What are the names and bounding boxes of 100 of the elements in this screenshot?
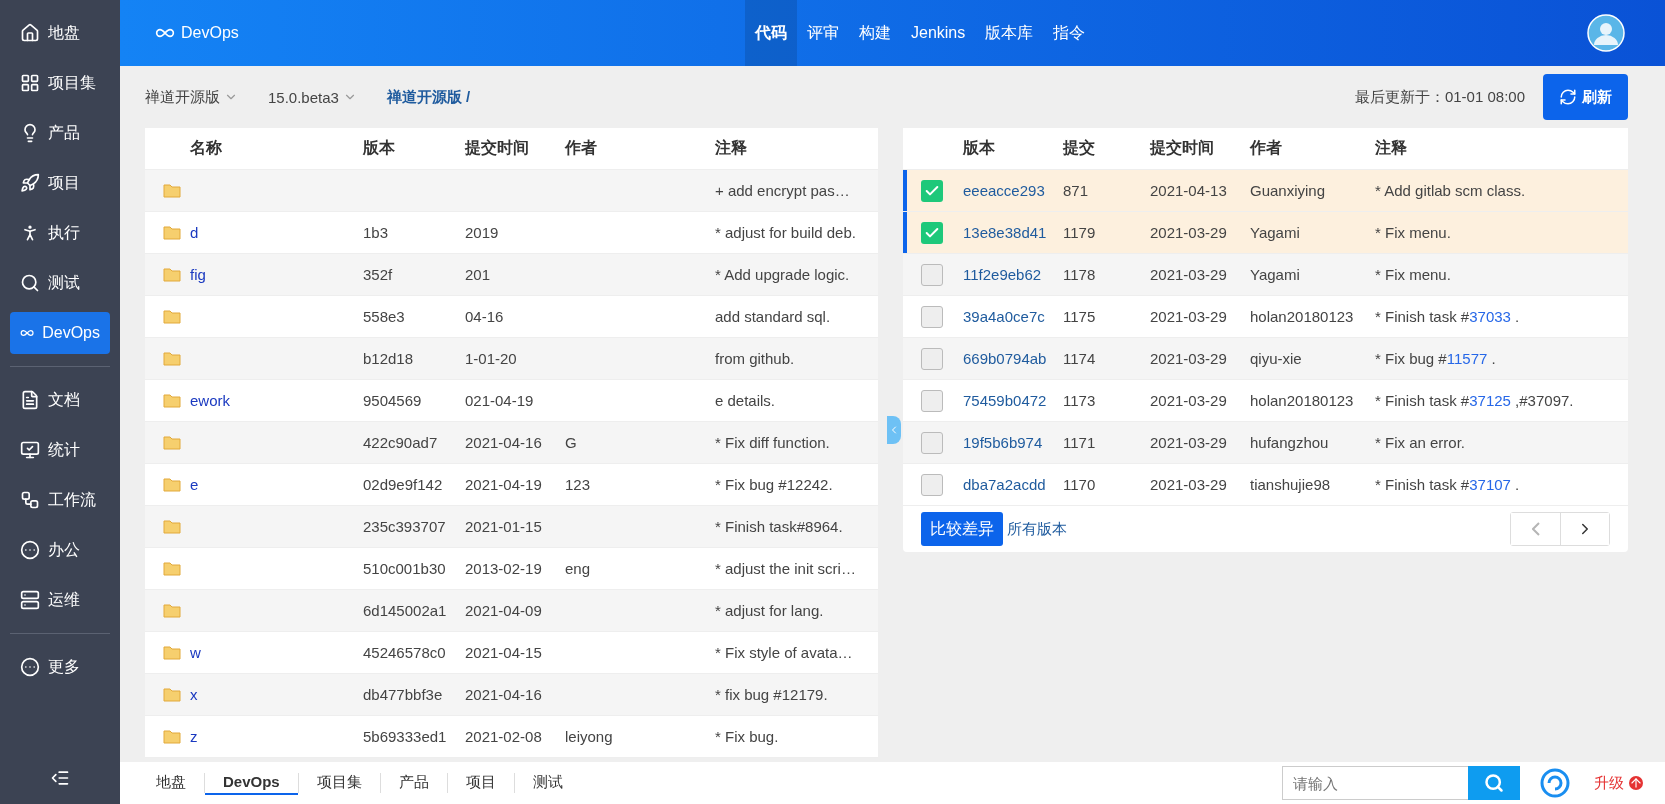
grid-icon xyxy=(20,73,40,93)
table-cell: from github. xyxy=(715,350,795,367)
table-cell: Yagami xyxy=(1250,224,1300,241)
sidebar-item[interactable]: 地盘 xyxy=(10,12,110,54)
task-link[interactable]: 37033 xyxy=(1469,308,1511,325)
sidebar-item[interactable]: 运维 xyxy=(10,579,110,621)
table-cell: add standard sql. xyxy=(715,308,831,325)
checkbox[interactable] xyxy=(921,389,943,412)
nav-tab[interactable]: Jenkins xyxy=(901,0,976,66)
nav-tab[interactable]: 版本库 xyxy=(975,0,1044,66)
collapse-handle[interactable] xyxy=(887,416,901,444)
column-header: 版本 xyxy=(363,138,396,158)
breadcrumb-path[interactable]: 禅道开源版 / xyxy=(386,87,471,107)
folder-icon xyxy=(163,687,181,702)
task-link[interactable]: 37107 xyxy=(1469,476,1511,493)
table-cell: 1174 xyxy=(1063,350,1096,367)
table-cell: 2021-03-29 xyxy=(1150,392,1227,409)
table-cell: 2021-03-29 xyxy=(1150,350,1227,367)
file-name[interactable]: fig xyxy=(190,266,206,283)
table-cell: * Finish task#8964. xyxy=(715,518,843,535)
branch-dropdown[interactable]: 15.0.beta3 xyxy=(268,88,357,106)
file-name[interactable]: x xyxy=(190,686,198,703)
commit-note: * Fix menu. xyxy=(1375,266,1451,283)
sidebar-item[interactable]: 文档 xyxy=(10,379,110,421)
file-name[interactable]: z xyxy=(190,728,198,745)
version-link[interactable]: 13e8e38d41 xyxy=(963,224,1047,241)
folder-icon xyxy=(163,435,181,450)
sidebar-item[interactable]: 统计 xyxy=(10,429,110,471)
table-cell: 1b3 xyxy=(363,224,389,241)
commit-note: * Add gitlab scm class. xyxy=(1375,182,1526,199)
version-link[interactable]: 11f2e9eb62 xyxy=(963,266,1042,283)
repo-dropdown[interactable]: 禅道开源版 xyxy=(145,87,238,107)
compare-button[interactable]: 比较差异 xyxy=(921,512,1003,546)
version-link[interactable]: eeeacce293 xyxy=(963,182,1045,199)
sidebar-item[interactable]: 项目集 xyxy=(10,62,110,104)
bottom-tab[interactable]: 测试 xyxy=(514,771,581,795)
nav-tab[interactable]: 构建 xyxy=(849,0,901,66)
chevron-left-icon xyxy=(1531,522,1540,536)
nav-tab[interactable]: 指令 xyxy=(1043,0,1096,66)
table-cell: 2021-03-29 xyxy=(1150,266,1227,283)
bottom-tab[interactable]: 地盘 xyxy=(138,771,204,795)
sidebar-item[interactable]: 执行 xyxy=(10,212,110,254)
all-versions-link[interactable]: 所有版本 xyxy=(1007,519,1067,539)
swirl-logo-icon[interactable] xyxy=(1540,768,1570,798)
table-cell: b12d18 xyxy=(363,350,414,367)
collapse-icon[interactable] xyxy=(50,768,70,788)
folder-icon xyxy=(163,351,181,366)
version-link[interactable]: 19f5b6b974 xyxy=(963,434,1043,451)
file-name[interactable]: e xyxy=(190,476,199,493)
sidebar-item[interactable]: 产品 xyxy=(10,112,110,154)
file-name[interactable]: d xyxy=(190,224,199,241)
table-cell: 2013-02-19 xyxy=(465,560,542,577)
table-cell: * adjust for build deb. xyxy=(715,224,856,241)
file-name[interactable]: w xyxy=(190,644,201,661)
table-cell: 422c90ad7 xyxy=(363,434,438,451)
file-name[interactable]: ework xyxy=(190,392,230,409)
checkbox[interactable] xyxy=(921,263,943,286)
folder-icon xyxy=(163,267,181,282)
checkbox[interactable] xyxy=(921,473,943,496)
refresh-button[interactable]: 刷新 xyxy=(1543,74,1628,120)
checkbox[interactable] xyxy=(921,179,943,202)
table-cell: 2021-03-29 xyxy=(1150,434,1227,451)
commit-note: * Finish task #37033 . xyxy=(1375,308,1520,325)
version-link[interactable]: dba7a2acdd xyxy=(963,476,1046,493)
task-link[interactable]: 11577 xyxy=(1446,350,1488,367)
bottom-tab[interactable]: 项目集 xyxy=(298,771,380,795)
sidebar-item[interactable]: 项目 xyxy=(10,162,110,204)
bottom-tab[interactable]: DevOps xyxy=(205,771,298,795)
nav-tab[interactable]: 评审 xyxy=(797,0,849,66)
column-header: 提交 xyxy=(1063,138,1096,158)
sidebar-item[interactable]: 测试 xyxy=(10,262,110,304)
checkbox[interactable] xyxy=(921,221,943,244)
nav-tab[interactable]: 代码 xyxy=(745,0,797,66)
bottom-tab[interactable]: 项目 xyxy=(447,771,514,795)
version-link[interactable]: 75459b0472 xyxy=(963,392,1047,409)
checkbox[interactable] xyxy=(921,347,943,370)
next-page-button[interactable] xyxy=(1560,513,1609,545)
table-cell: 2021-04-19 xyxy=(465,476,542,493)
table-cell: * Add upgrade logic. xyxy=(715,266,850,283)
sidebar-item[interactable]: 工作流 xyxy=(10,479,110,521)
bottom-tab[interactable]: 产品 xyxy=(380,771,447,795)
version-link[interactable]: 39a4a0ce7c xyxy=(963,308,1045,325)
checkbox[interactable] xyxy=(921,431,943,454)
sidebar-item[interactable]: 更多 xyxy=(10,646,110,688)
table-cell: 45246578c0 xyxy=(363,644,446,661)
sidebar-item[interactable]: DevOps xyxy=(10,312,110,354)
table-cell: 871 xyxy=(1063,182,1089,199)
table-cell: 2021-04-09 xyxy=(465,602,542,619)
task-link[interactable]: 37125 xyxy=(1469,392,1511,409)
table-cell: * adjust for lang. xyxy=(715,602,824,619)
rocket-icon xyxy=(20,173,40,193)
table-cell: 1-01-20 xyxy=(465,350,517,367)
table-cell: 2021-01-15 xyxy=(465,518,542,535)
checkbox[interactable] xyxy=(921,305,943,328)
search-field[interactable]: 请输入 xyxy=(1282,766,1468,800)
avatar[interactable] xyxy=(1587,14,1625,52)
version-link[interactable]: 669b0794ab xyxy=(963,350,1047,367)
search-button[interactable] xyxy=(1468,766,1520,800)
sidebar-item[interactable]: 办公 xyxy=(10,529,110,571)
upgrade-link[interactable]: 升级 xyxy=(1594,773,1643,793)
